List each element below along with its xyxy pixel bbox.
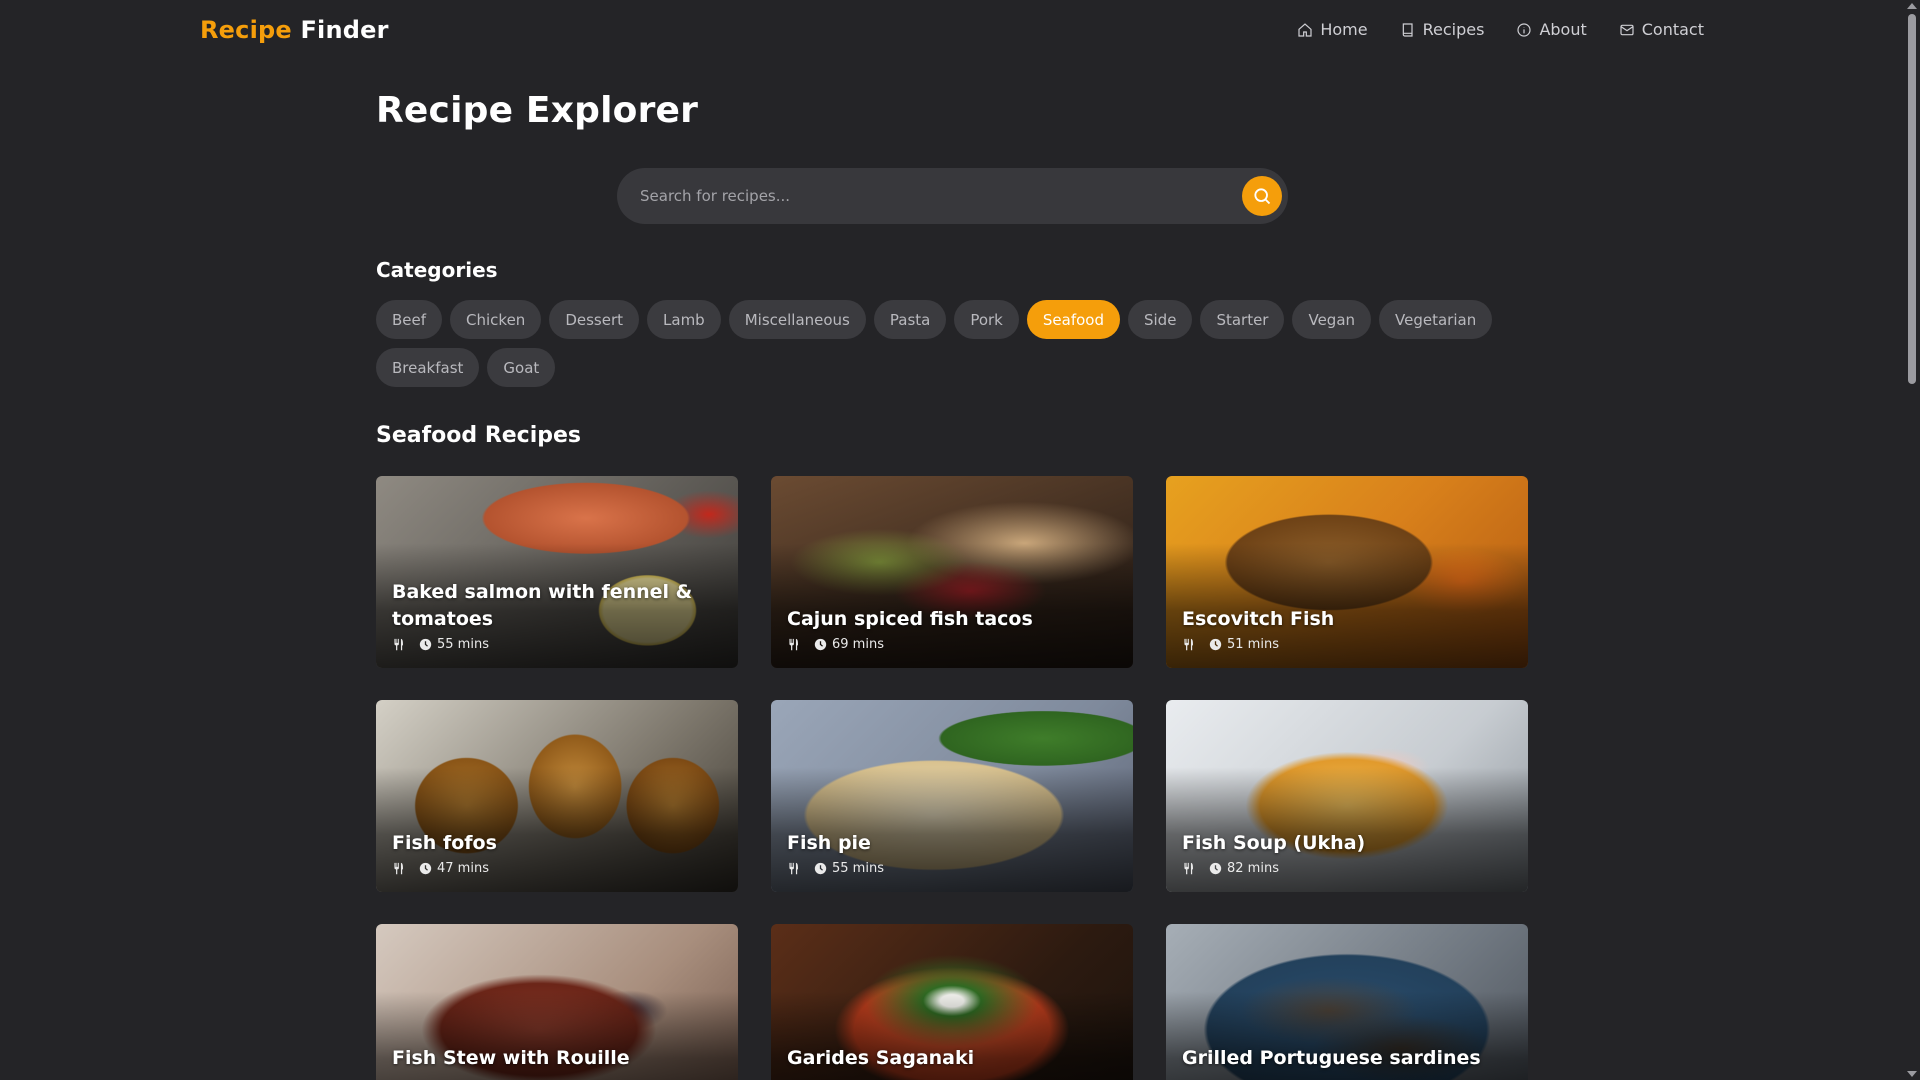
clock-icon <box>419 638 432 651</box>
recipe-card[interactable]: Fish Stew with Rouille <box>376 924 738 1080</box>
category-chip-goat[interactable]: Goat <box>487 348 556 387</box>
home-icon <box>1298 22 1312 37</box>
clock-icon <box>419 862 432 875</box>
recipe-card[interactable]: Garides Saganaki <box>771 924 1133 1080</box>
recipe-card[interactable]: Fish pie 55 mins <box>771 700 1133 892</box>
nav-home-link[interactable]: Home <box>1297 20 1368 39</box>
search-bar <box>617 168 1288 224</box>
recipe-card[interactable]: Grilled Portuguese sardines <box>1166 924 1528 1080</box>
clock-icon <box>1209 638 1222 651</box>
nav-contact-label: Contact <box>1641 20 1704 39</box>
scrollbar-thumb[interactable] <box>1908 14 1916 384</box>
nav-contact-link[interactable]: Contact <box>1619 20 1704 39</box>
recipe-time: 69 mins <box>832 637 884 652</box>
recipe-card[interactable]: Escovitch Fish 51 mins <box>1166 476 1528 668</box>
brand-accent-text: Recipe <box>200 16 292 44</box>
page-title: Recipe Explorer <box>376 90 699 131</box>
main-content: Recipe Explorer Categories Beef Chicken … <box>376 90 1528 1080</box>
nav-about-link[interactable]: About <box>1516 20 1587 39</box>
category-chip-vegan[interactable]: Vegan <box>1292 300 1372 339</box>
book-icon <box>1402 22 1413 37</box>
recipe-time: 51 mins <box>1227 637 1279 652</box>
recipe-time: 55 mins <box>832 861 884 876</box>
search-input[interactable] <box>617 168 1217 224</box>
category-chip-seafood[interactable]: Seafood <box>1026 300 1120 339</box>
category-chip-dessert[interactable]: Dessert <box>549 300 640 339</box>
scroll-down-arrow[interactable] <box>1907 1071 1917 1077</box>
category-chip-vegetarian[interactable]: Vegetarian <box>1379 300 1493 339</box>
utensils-icon <box>789 638 798 651</box>
category-chip-miscellaneous[interactable]: Miscellaneous <box>728 300 866 339</box>
category-chip-beef[interactable]: Beef <box>376 300 443 339</box>
nav-links: Home Recipes About Contact <box>1297 20 1704 39</box>
recipe-title: Cajun spiced fish tacos <box>787 608 1033 630</box>
recipe-card[interactable]: Fish fofos 47 mins <box>376 700 738 892</box>
search-button[interactable] <box>1242 176 1282 216</box>
recipe-time: 82 mins <box>1227 861 1279 876</box>
category-chip-pork[interactable]: Pork <box>954 300 1019 339</box>
utensils-icon <box>789 862 798 875</box>
recipe-grid: Baked salmon with fennel & tomatoes 55 m… <box>376 476 1528 1080</box>
search-icon <box>1254 188 1271 205</box>
recipe-title: Fish Stew with Rouille <box>392 1047 630 1069</box>
recipe-title: Fish Soup (Ukha) <box>1182 832 1366 854</box>
recipe-card[interactable]: Cajun spiced fish tacos 69 mins <box>771 476 1133 668</box>
category-chips: Beef Chicken Dessert Lamb Miscellaneous … <box>376 300 1528 387</box>
recipe-title: Grilled Portuguese sardines <box>1182 1047 1481 1069</box>
nav-recipes-label: Recipes <box>1422 20 1485 39</box>
scroll-up-arrow[interactable] <box>1907 3 1917 9</box>
recipe-card[interactable]: Fish Soup (Ukha) 82 mins <box>1166 700 1528 892</box>
clock-icon <box>814 862 827 875</box>
mail-icon <box>1620 24 1634 35</box>
recipe-title: Garides Saganaki <box>787 1047 975 1069</box>
nav-about-label: About <box>1539 20 1587 39</box>
brand-logo[interactable]: Recipe Finder <box>200 16 389 44</box>
utensils-icon <box>394 638 403 651</box>
recipe-title: Fish fofos <box>392 832 497 854</box>
category-chip-chicken[interactable]: Chicken <box>450 300 542 339</box>
navbar: Recipe Finder Home Recipes About Contact <box>0 0 1900 64</box>
recipe-title: Fish pie <box>787 832 871 854</box>
recipes-heading: Seafood Recipes <box>376 423 582 448</box>
clock-icon <box>1209 862 1222 875</box>
category-chip-starter[interactable]: Starter <box>1200 300 1285 339</box>
nav-recipes-link[interactable]: Recipes <box>1400 20 1485 39</box>
clock-icon <box>814 638 827 651</box>
recipe-title: Baked salmon with fennel & tomatoes <box>392 581 693 630</box>
recipe-time: 47 mins <box>437 861 489 876</box>
utensils-icon <box>1184 862 1193 875</box>
utensils-icon <box>1184 638 1193 651</box>
recipe-time: 55 mins <box>437 637 489 652</box>
info-icon <box>1517 22 1532 37</box>
category-chip-side[interactable]: Side <box>1127 300 1193 339</box>
recipe-card[interactable]: Baked salmon with fennel & tomatoes 55 m… <box>376 476 738 668</box>
utensils-icon <box>394 862 403 875</box>
page-scrollbar[interactable] <box>1904 0 1920 1080</box>
nav-home-label: Home <box>1320 20 1368 39</box>
category-chip-pasta[interactable]: Pasta <box>873 300 947 339</box>
categories-heading: Categories <box>376 258 498 282</box>
recipe-title: Escovitch Fish <box>1182 608 1335 630</box>
category-chip-lamb[interactable]: Lamb <box>647 300 721 339</box>
brand-text: Finder <box>300 16 389 44</box>
category-chip-breakfast[interactable]: Breakfast <box>376 348 480 387</box>
